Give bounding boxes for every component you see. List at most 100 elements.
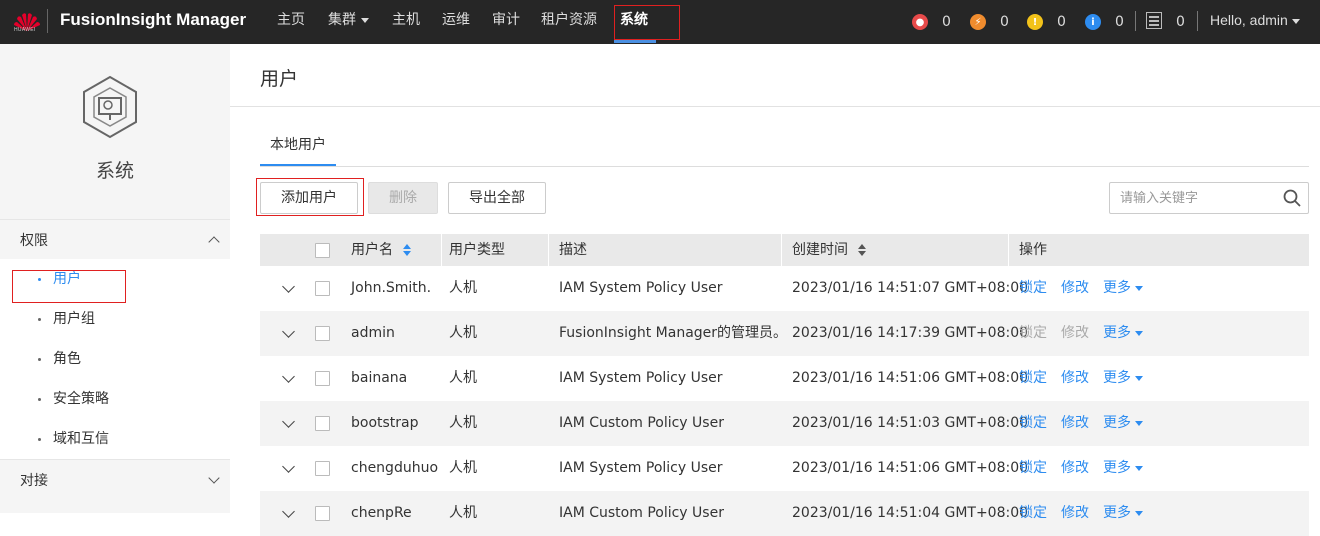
sidebar-item-security-policy[interactable]: 安全策略 (0, 379, 230, 419)
row-checkbox[interactable] (315, 326, 330, 341)
more-menu[interactable]: 更多 (1103, 356, 1143, 401)
cell-user-type: 人机 (449, 460, 477, 476)
cell-username: chenpRe (351, 505, 412, 521)
table-row: bootstrap 人机 IAM Custom Policy User 2023… (260, 401, 1309, 446)
column-header-username[interactable]: 用户名 (351, 234, 411, 266)
more-menu[interactable]: 更多 (1103, 266, 1143, 311)
search-input[interactable] (1110, 183, 1280, 213)
chevron-down-icon (1135, 375, 1143, 381)
table-row: bainana 人机 IAM System Policy User 2023/0… (260, 356, 1309, 401)
major-alarm[interactable]: ⚡ 0 (970, 12, 1009, 32)
expand-chevron-icon[interactable] (282, 325, 295, 338)
user-menu[interactable]: Hello, admin (1210, 12, 1300, 28)
chevron-down-icon (1135, 465, 1143, 471)
brand-logo-text: HUAWEI (14, 27, 36, 33)
nav-audit[interactable]: 审计 (492, 0, 520, 44)
info-alarm-count: 0 (1115, 14, 1124, 30)
sidebar-item-roles[interactable]: 角色 (0, 339, 230, 379)
more-menu[interactable]: 更多 (1103, 311, 1143, 356)
lock-link[interactable]: 锁定 (1019, 446, 1047, 491)
column-header-actions: 操作 (1019, 242, 1047, 258)
chevron-down-icon (1291, 18, 1300, 24)
title-divider (230, 106, 1320, 107)
sort-icon[interactable] (858, 244, 866, 256)
nav-tenant-resources[interactable]: 租户资源 (541, 0, 597, 44)
critical-alarm-icon: ● (912, 14, 928, 30)
major-alarm-count: 0 (1000, 14, 1009, 30)
sidebar-section-permissions[interactable]: 权限 (0, 219, 230, 259)
sidebar-item-user-groups[interactable]: 用户组 (0, 299, 230, 339)
column-divider (548, 234, 549, 266)
more-menu[interactable]: 更多 (1103, 446, 1143, 491)
critical-alarm[interactable]: ● 0 (912, 12, 951, 32)
lock-link: 锁定 (1019, 325, 1047, 341)
minor-alarm-icon: ! (1027, 14, 1043, 30)
more-menu-label: 更多 (1103, 370, 1131, 386)
export-all-button[interactable]: 导出全部 (448, 182, 546, 214)
lock-link[interactable]: 锁定 (1019, 491, 1047, 536)
chevron-down-icon (1135, 330, 1143, 336)
lock-link[interactable]: 锁定 (1019, 356, 1047, 401)
nav-ops[interactable]: 运维 (442, 0, 470, 44)
more-menu-label: 更多 (1103, 505, 1131, 521)
modify-link[interactable]: 修改 (1061, 401, 1089, 446)
cell-description: IAM Custom Policy User (559, 505, 724, 521)
system-icon (83, 75, 137, 139)
nav-cluster-label: 集群 (328, 12, 356, 28)
nav-hosts[interactable]: 主机 (392, 0, 420, 44)
chevron-down-icon (1135, 420, 1143, 426)
sidebar-item-label: 角色 (53, 351, 81, 367)
sidebar-item-domain-trust[interactable]: 域和互信 (0, 419, 230, 459)
table-row: chengduhuo 人机 IAM System Policy User 202… (260, 446, 1309, 491)
minor-alarm[interactable]: ! 0 (1027, 12, 1066, 32)
row-checkbox[interactable] (315, 461, 330, 476)
task-count: 0 (1176, 14, 1185, 30)
info-alarm[interactable]: i 0 (1085, 12, 1124, 32)
sort-icon[interactable] (403, 244, 411, 256)
row-checkbox[interactable] (315, 416, 330, 431)
sidebar-item-label: 域和互信 (53, 431, 109, 447)
sidebar-item-label: 用户组 (53, 311, 95, 327)
lock-link[interactable]: 锁定 (1019, 266, 1047, 311)
sidebar-item-label: 安全策略 (53, 391, 109, 407)
bullet-icon (38, 397, 41, 401)
user-menu-label: Hello, admin (1210, 12, 1288, 28)
table-header: 用户名 用户类型 描述 创建时间 操作 (260, 234, 1309, 266)
cell-username: chengduhuo (351, 460, 439, 476)
expand-chevron-icon[interactable] (282, 370, 295, 383)
row-checkbox[interactable] (315, 281, 330, 296)
expand-chevron-icon[interactable] (282, 505, 295, 518)
delete-button[interactable]: 删除 (368, 182, 438, 214)
modify-link[interactable]: 修改 (1061, 356, 1089, 401)
column-header-description: 描述 (559, 242, 587, 258)
task-list-icon[interactable] (1146, 12, 1162, 29)
column-header-created[interactable]: 创建时间 (792, 234, 866, 266)
nav-cluster[interactable]: 集群 (328, 0, 369, 44)
info-alarm-icon: i (1085, 14, 1101, 30)
sidebar: 系统 权限 用户 用户组 角色 安全策略 域和互信 对接 (0, 44, 230, 513)
more-menu[interactable]: 更多 (1103, 401, 1143, 446)
expand-chevron-icon[interactable] (282, 415, 295, 428)
table-row: chenpRe 人机 IAM Custom Policy User 2023/0… (260, 491, 1309, 536)
lock-link[interactable]: 锁定 (1019, 401, 1047, 446)
cell-created: 2023/01/16 14:51:07 GMT+08:00 (792, 280, 1029, 296)
bullet-icon (38, 437, 41, 441)
sidebar-section-integration[interactable]: 对接 (0, 459, 230, 499)
row-checkbox[interactable] (315, 506, 330, 521)
nav-home[interactable]: 主页 (277, 0, 305, 44)
expand-chevron-icon[interactable] (282, 280, 295, 293)
search-icon[interactable] (1283, 189, 1301, 207)
modify-link[interactable]: 修改 (1061, 266, 1089, 311)
select-all-checkbox[interactable] (315, 243, 330, 258)
chevron-down-icon (1135, 285, 1143, 291)
cell-description: FusionInsight Manager的管理员。 (559, 325, 788, 341)
modify-link[interactable]: 修改 (1061, 491, 1089, 536)
modify-link[interactable]: 修改 (1061, 446, 1089, 491)
sidebar-section-label: 对接 (20, 472, 48, 489)
column-header-label: 创建时间 (792, 242, 848, 258)
row-checkbox[interactable] (315, 371, 330, 386)
expand-chevron-icon[interactable] (282, 460, 295, 473)
tab-local-users[interactable]: 本地用户 (260, 128, 336, 166)
more-menu[interactable]: 更多 (1103, 491, 1143, 536)
highlight-box (12, 270, 126, 303)
